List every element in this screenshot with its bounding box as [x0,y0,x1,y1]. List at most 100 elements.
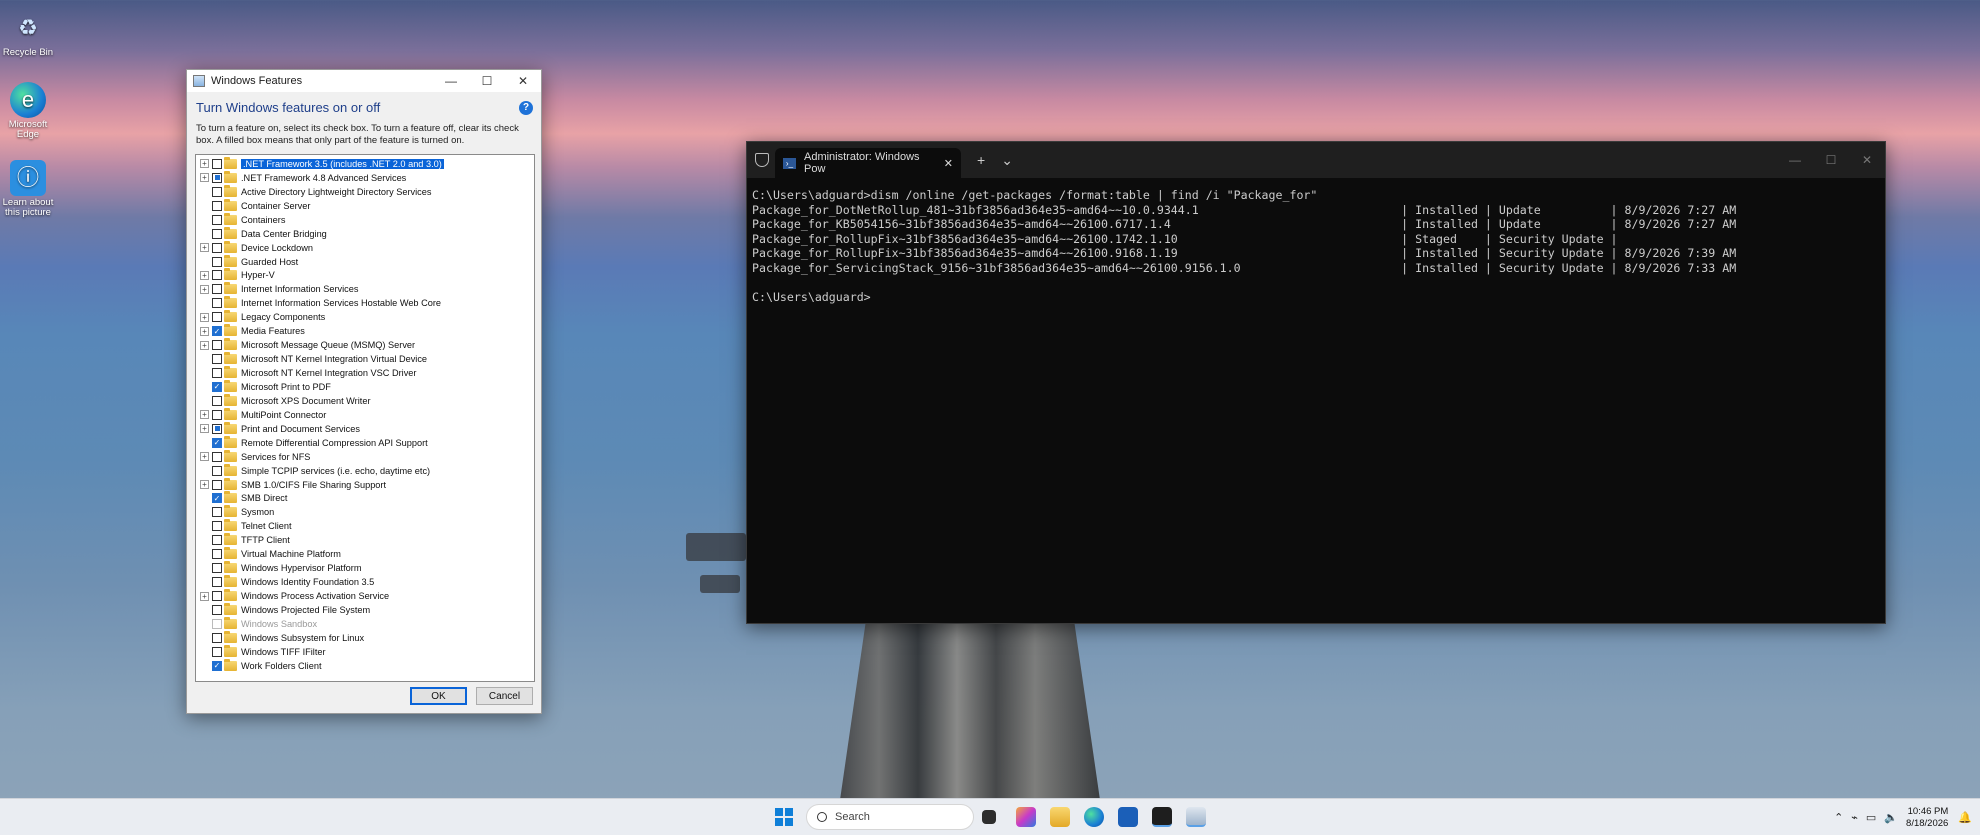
feature-row[interactable]: + Legacy Components [196,310,534,324]
chevron-up-icon[interactable]: ⌃ [1834,811,1843,824]
tab-close-icon[interactable]: ✕ [944,157,953,170]
feature-row[interactable]: + MultiPoint Connector [196,407,534,422]
feature-row[interactable]: Microsoft XPS Document Writer [196,393,534,408]
feature-checkbox[interactable] [212,186,222,197]
feature-checkbox[interactable] [212,604,222,615]
feature-row[interactable]: + Windows Process Activation Service [196,589,534,603]
feature-checkbox[interactable] [212,563,222,574]
feature-row[interactable]: + ✓ Media Features [196,324,534,338]
feature-checkbox[interactable] [212,577,222,588]
feature-row[interactable]: Containers [196,212,534,227]
expand-icon[interactable]: + [200,340,209,350]
feature-checkbox[interactable] [212,158,222,169]
feature-row[interactable]: ✓ Remote Differential Compression API Sup… [196,435,534,450]
speaker-icon[interactable]: 🔈 [1884,811,1898,824]
feature-checkbox[interactable] [212,646,222,657]
feature-row[interactable]: ✓ Microsoft Print to PDF [196,379,534,394]
feature-checkbox[interactable]: ✓ [212,437,222,448]
terminal-output[interactable]: C:\Users\adguard>dism /online /get-packa… [747,178,1885,314]
desktop-icon-recycle-bin[interactable]: ♻ Recycle Bin [0,10,56,58]
clock[interactable]: 10:46 PM 8/18/2026 [1906,806,1948,830]
maximize-icon[interactable]: ☐ [469,74,505,88]
feature-checkbox[interactable]: ✓ [212,326,222,337]
network-icon[interactable]: ⌁ [1851,811,1858,824]
feature-checkbox[interactable] [212,256,222,267]
feature-checkbox[interactable] [212,340,222,351]
feature-checkbox[interactable] [212,200,222,211]
feature-row[interactable]: Windows Hypervisor Platform [196,561,534,575]
close-icon[interactable]: ✕ [505,74,541,88]
feature-checkbox[interactable] [212,479,222,490]
feature-checkbox[interactable]: ✓ [212,660,222,671]
feature-row[interactable]: Sysmon [196,505,534,519]
feature-row[interactable]: Microsoft NT Kernel Integration Virtual … [196,352,534,366]
monitor-icon[interactable]: ▭ [1866,811,1876,824]
feature-row[interactable]: Microsoft NT Kernel Integration VSC Driv… [196,366,534,380]
file-explorer-icon[interactable] [1050,807,1070,827]
minimize-icon[interactable]: — [433,74,469,88]
feature-row[interactable]: + SMB 1.0/CIFS File Sharing Support [196,477,534,492]
feature-row[interactable]: Windows Subsystem for Linux [196,630,534,645]
expand-icon[interactable]: + [200,452,209,462]
feature-row[interactable]: Windows TIFF IFilter [196,644,534,659]
feature-row[interactable]: ✓ Work Folders Client [196,658,534,673]
feature-row[interactable]: + Services for NFS [196,449,534,464]
expand-icon[interactable]: + [200,424,209,434]
feature-row[interactable]: + .NET Framework 3.5 (includes .NET 2.0 a… [196,156,534,171]
terminal-icon[interactable] [1152,807,1172,827]
feature-checkbox[interactable] [212,451,222,462]
task-view-icon[interactable] [982,810,996,824]
new-tab-icon[interactable]: + [977,152,985,168]
expand-icon[interactable]: + [200,326,209,336]
feature-checkbox[interactable] [212,368,222,379]
copilot-icon[interactable] [1016,807,1036,827]
edge-icon[interactable] [1084,807,1104,827]
feature-row[interactable]: Windows Identity Foundation 3.5 [196,575,534,589]
cancel-button[interactable]: Cancel [476,687,533,705]
feature-checkbox[interactable] [212,465,222,476]
maximize-icon[interactable]: ☐ [1813,153,1849,167]
expand-icon[interactable]: + [200,480,209,490]
feature-checkbox[interactable] [212,423,222,434]
minimize-icon[interactable]: — [1777,153,1813,167]
feature-row[interactable]: Windows Projected File System [196,602,534,617]
feature-checkbox[interactable] [212,172,222,183]
feature-row[interactable]: TFTP Client [196,533,534,547]
feature-checkbox[interactable] [212,409,222,420]
store-icon[interactable] [1118,807,1138,827]
feature-row[interactable]: Telnet Client [196,519,534,533]
feature-checkbox[interactable] [212,312,222,323]
expand-icon[interactable]: + [200,173,209,183]
feature-row[interactable]: Internet Information Services Hostable W… [196,296,534,310]
notification-bell-icon[interactable]: 🔔 [1958,811,1972,824]
feature-checkbox[interactable] [212,535,222,546]
feature-row[interactable]: Guarded Host [196,254,534,269]
feature-row[interactable]: ✓ SMB Direct [196,491,534,506]
chevron-down-icon[interactable]: ⌄ [1001,152,1013,169]
feature-row[interactable]: Simple TCPIP services (i.e. echo, daytim… [196,463,534,478]
feature-row[interactable]: Windows Sandbox [196,616,534,631]
features-icon[interactable] [1186,807,1206,827]
close-icon[interactable]: ✕ [1849,153,1885,167]
feature-row[interactable]: + Device Lockdown [196,240,534,255]
feature-checkbox[interactable] [212,228,222,239]
ok-button[interactable]: OK [410,687,467,705]
feature-checkbox[interactable]: ✓ [212,493,222,504]
expand-icon[interactable]: + [200,243,209,253]
taskbar-search[interactable]: Search [806,804,974,830]
feature-checkbox[interactable] [212,507,222,518]
feature-checkbox[interactable]: ✓ [212,381,222,392]
feature-checkbox[interactable] [212,242,222,253]
dialog-title-bar[interactable]: Windows Features — ☐ ✕ [187,70,541,92]
feature-row[interactable]: Container Server [196,198,534,213]
feature-row[interactable]: + Hyper-V [196,268,534,283]
feature-row[interactable]: Active Directory Lightweight Directory S… [196,184,534,199]
help-icon[interactable]: ? [519,100,533,115]
feature-checkbox[interactable] [212,395,222,406]
feature-row[interactable]: Virtual Machine Platform [196,547,534,561]
feature-checkbox[interactable] [212,549,222,560]
feature-checkbox[interactable] [212,270,222,281]
expand-icon[interactable]: + [200,159,209,169]
feature-checkbox[interactable] [212,632,222,643]
feature-checkbox[interactable] [212,354,222,365]
